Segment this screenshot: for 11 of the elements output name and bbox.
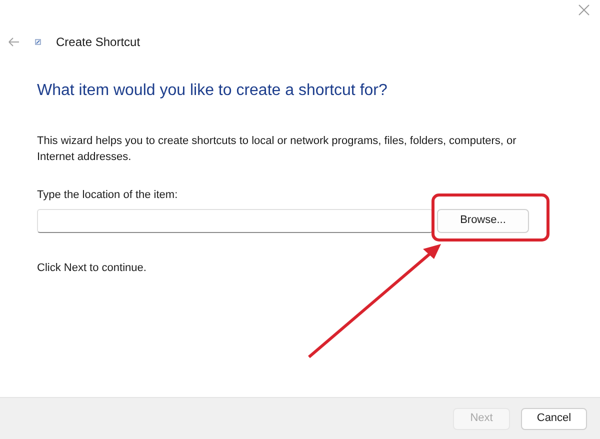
hint-text: Click Next to continue.	[37, 260, 146, 276]
close-icon[interactable]	[578, 4, 590, 16]
dialog-button[interactable]: Cancel	[521, 408, 587, 430]
location-label: Type the location of the item:	[37, 188, 178, 203]
wizard-heading: What item would you like to create a shortcut for?	[37, 81, 388, 101]
shortcut-icon	[35, 39, 41, 45]
description-text: This wizard helps you to create shortcuts to local or network programs, files, folders, computers, or Internet addresses.	[37, 134, 518, 165]
browse-button[interactable]: Browse...	[437, 208, 529, 232]
window-title: Create Shortcut	[56, 34, 140, 51]
back-arrow-icon[interactable]	[8, 37, 20, 47]
location-field[interactable]	[37, 208, 433, 232]
